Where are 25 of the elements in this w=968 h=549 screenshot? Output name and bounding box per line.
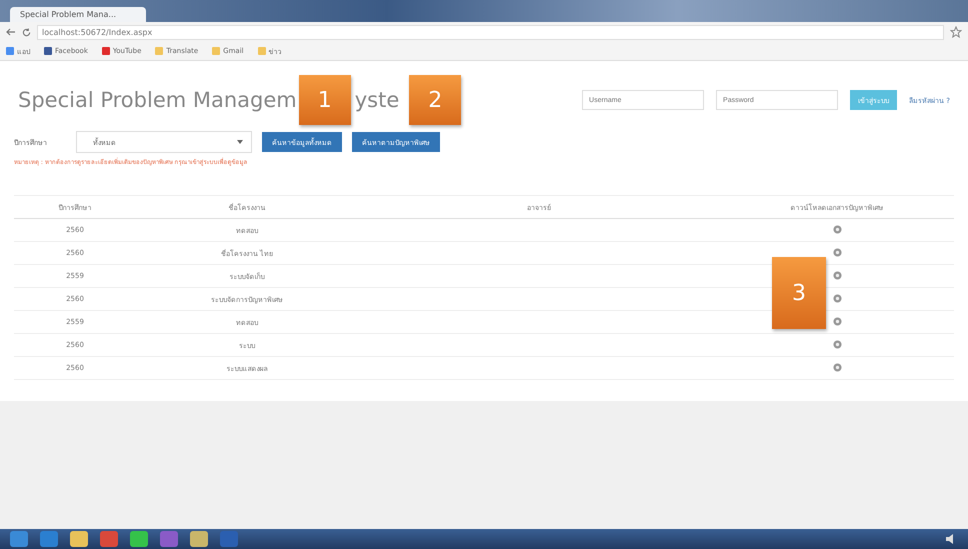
- taskbar-app-icon[interactable]: [160, 531, 178, 547]
- back-icon[interactable]: [6, 28, 16, 36]
- view-icon[interactable]: [832, 224, 842, 234]
- view-icon[interactable]: [832, 362, 842, 372]
- star-icon[interactable]: [950, 26, 962, 38]
- taskbar-app-icon[interactable]: [10, 531, 28, 547]
- address-bar[interactable]: localhost:50672/Index.aspx: [37, 24, 944, 40]
- reload-icon[interactable]: [22, 28, 31, 36]
- view-icon[interactable]: [832, 316, 842, 326]
- taskbar-app-icon[interactable]: [190, 531, 208, 547]
- taskbar-app-icon[interactable]: [100, 531, 118, 547]
- browser-tab[interactable]: Special Problem Mana...: [10, 7, 146, 22]
- taskbar-app-icon[interactable]: [40, 531, 58, 547]
- caret-icon: [237, 140, 243, 144]
- callout-marker: 1: [298, 75, 351, 125]
- taskbar-app-icon[interactable]: [130, 531, 148, 547]
- view-icon[interactable]: [832, 270, 842, 280]
- view-icon[interactable]: [832, 248, 842, 256]
- page-title: yste: [354, 88, 400, 112]
- page-title: Special Problem Managem: [17, 88, 297, 112]
- view-icon[interactable]: [832, 340, 842, 348]
- view-icon[interactable]: [832, 294, 842, 302]
- taskbar-app-icon[interactable]: [70, 531, 88, 547]
- callout-marker: 3: [772, 257, 826, 329]
- callout-marker: 2: [409, 75, 462, 125]
